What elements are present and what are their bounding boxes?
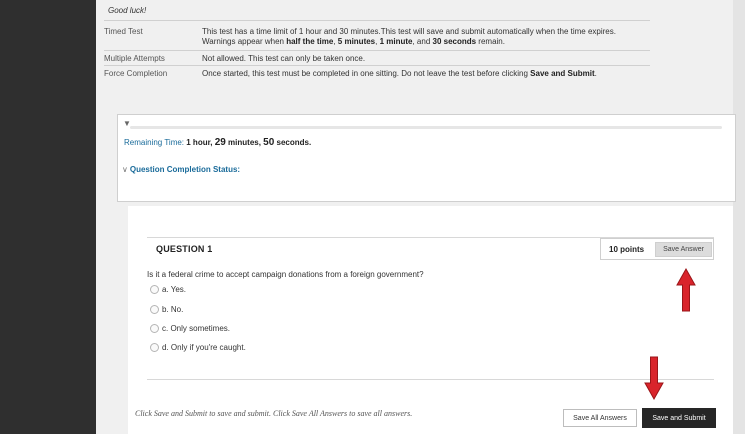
left-navigation-rail [0,0,96,434]
red-arrow-down-icon [644,356,664,400]
question-points: 10 points [609,245,645,254]
instructions-label: Timed Test [104,27,143,36]
remaining-time-label: Remaining Time: [124,138,185,147]
radio-button-icon[interactable] [150,285,159,294]
instructions-closing: Good luck! [108,6,147,15]
question-title: QUESTION 1 [156,244,213,254]
timed-test-line-2: Warnings appear when half the time, 5 mi… [202,37,505,46]
timer-panel: ▼ Remaining Time: 1 hour, 29 minutes, 50… [117,114,736,202]
question-points-box: 10 points Save Answer [600,238,714,260]
instructions-text: Not allowed. This test can only be taken… [202,54,366,63]
timer-bar [130,126,722,129]
radio-button-icon[interactable] [150,324,159,333]
timed-test-line-1: This test has a time limit of 1 hour and… [202,27,616,36]
answer-option-b[interactable]: b. No. [150,305,183,314]
instructions-label: Multiple Attempts [104,54,165,63]
question-divider [147,379,714,380]
right-gutter [733,0,745,434]
chevron-down-icon: ∨ [122,165,128,174]
instructions-text: Once started, this test must be complete… [202,69,597,78]
remaining-time: Remaining Time: 1 hour, 29 minutes, 50 s… [124,137,312,148]
save-answer-button[interactable]: Save Answer [655,242,712,257]
instructions-divider [104,50,650,51]
answer-option-c[interactable]: c. Only sometimes. [150,324,230,333]
red-arrow-up-icon [676,268,696,312]
instructions-text: This test has a time limit of 1 hour and… [202,27,652,47]
save-all-answers-button[interactable]: Save All Answers [563,409,637,427]
instructions-divider [104,65,650,66]
instructions-label: Force Completion [104,69,168,78]
radio-button-icon[interactable] [150,305,159,314]
save-and-submit-button[interactable]: Save and Submit [642,408,716,428]
question-completion-status-toggle[interactable]: ∨ Question Completion Status: [122,165,240,174]
answer-option-a[interactable]: a. Yes. [150,285,186,294]
instructions-divider [104,20,650,21]
submit-instructions-note: Click Save and Submit to save and submit… [135,409,413,418]
radio-button-icon[interactable] [150,343,159,352]
question-text: Is it a federal crime to accept campaign… [147,270,424,279]
answer-option-d[interactable]: d. Only if you're caught. [150,343,246,352]
